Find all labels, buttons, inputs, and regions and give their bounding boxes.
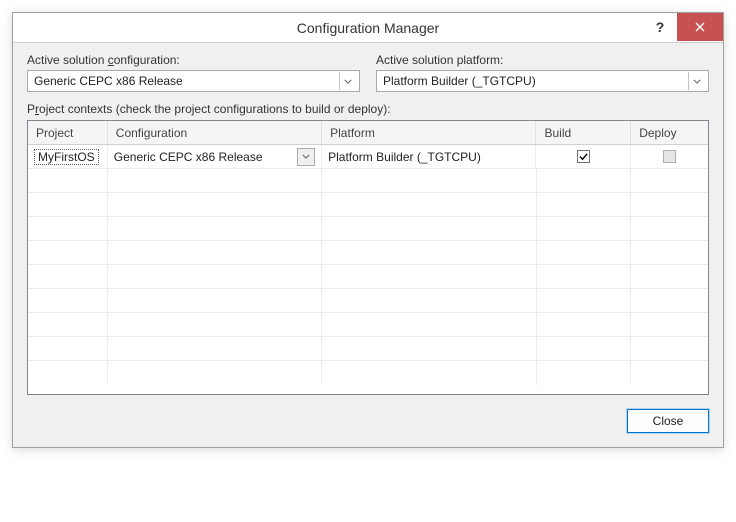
grid-body: MyFirstOS Generic CEPC x86 Release Platf… [28,145,708,394]
build-cell[interactable] [536,145,631,168]
close-window-button[interactable] [677,13,723,41]
header-build[interactable]: Build [536,121,631,144]
row-platform-value: Platform Builder (_TGTCPU) [328,150,481,164]
chevron-down-icon[interactable] [297,148,315,166]
window-title: Configuration Manager [13,20,723,36]
header-deploy[interactable]: Deploy [631,121,708,144]
close-icon [695,22,705,32]
header-project[interactable]: Project [28,121,108,144]
chevron-down-icon [339,72,355,90]
row-configuration-value: Generic CEPC x86 Release [114,150,293,164]
grid-header: Project Configuration Platform Build Dep… [28,121,708,145]
active-platform-dropdown[interactable]: Platform Builder (_TGTCPU) [376,70,709,92]
header-configuration[interactable]: Configuration [108,121,322,144]
top-row: Active solution configuration: Generic C… [27,53,709,92]
project-name: MyFirstOS [34,149,99,165]
titlebar: Configuration Manager ? [13,13,723,43]
configuration-manager-dialog: Configuration Manager ? Active solution … [12,12,724,448]
header-platform[interactable]: Platform [322,121,536,144]
active-platform-value: Platform Builder (_TGTCPU) [383,74,684,88]
build-checkbox[interactable] [577,150,590,163]
titlebar-buttons: ? [643,13,723,41]
active-configuration-dropdown[interactable]: Generic CEPC x86 Release [27,70,360,92]
dialog-footer: Close [27,395,709,433]
active-platform-label: Active solution platform: [376,53,709,67]
deploy-cell [631,145,708,168]
active-configuration-label: Active solution configuration: [27,53,360,67]
project-contexts-label: Project contexts (check the project conf… [27,102,709,116]
active-platform-group: Active solution platform: Platform Build… [376,53,709,92]
close-button[interactable]: Close [627,409,709,433]
dialog-content: Active solution configuration: Generic C… [13,43,723,447]
project-cell[interactable]: MyFirstOS [28,145,108,168]
help-button[interactable]: ? [643,13,677,41]
configuration-cell[interactable]: Generic CEPC x86 Release [108,145,322,168]
active-configuration-value: Generic CEPC x86 Release [34,74,335,88]
project-contexts-grid: Project Configuration Platform Build Dep… [27,120,709,395]
table-row: MyFirstOS Generic CEPC x86 Release Platf… [28,145,708,169]
deploy-checkbox [663,150,676,163]
platform-cell[interactable]: Platform Builder (_TGTCPU) [322,145,536,168]
active-configuration-group: Active solution configuration: Generic C… [27,53,360,92]
chevron-down-icon [688,72,704,90]
